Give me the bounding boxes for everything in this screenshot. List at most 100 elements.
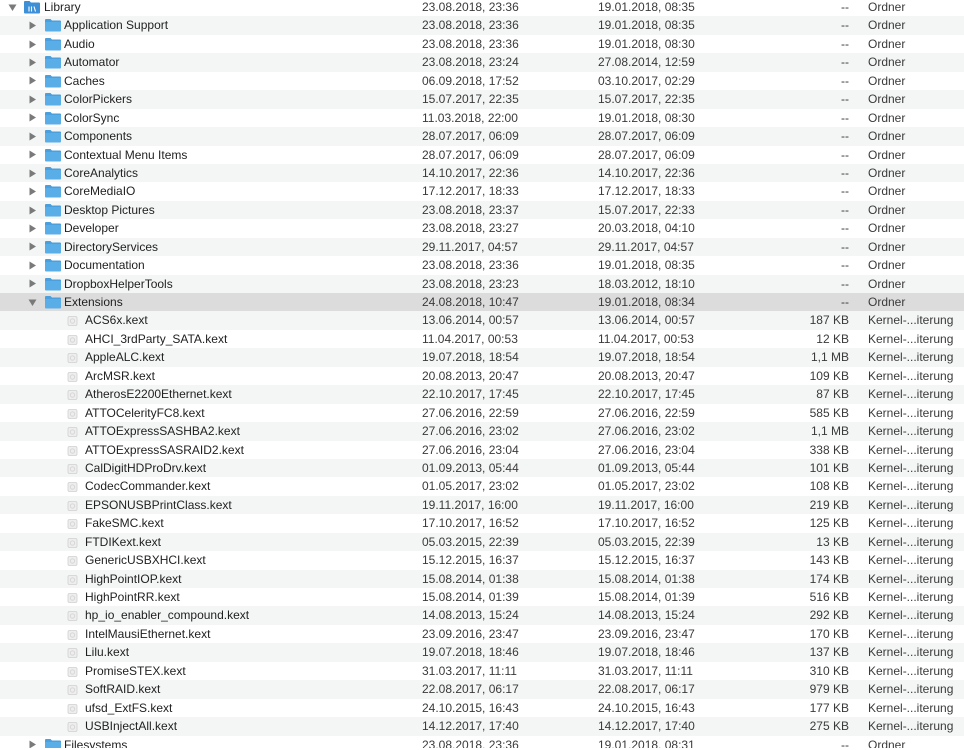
date-created: 17.10.2017, 16:52 xyxy=(598,516,695,531)
item-kind: Kernel-...iterung xyxy=(868,590,954,604)
item-kind: Ordner xyxy=(868,737,906,749)
file-row-atherose2200ethernet-kext[interactable]: AtherosE2200Ethernet.kext 22.10.2017, 17:… xyxy=(0,385,964,404)
item-kind: Ordner xyxy=(868,202,906,217)
folder-row-components[interactable]: Components 28.07.2017, 06:09 28.07.2017, 0… xyxy=(0,127,964,146)
file-row-highpointiop-kext[interactable]: HighPointIOP.kext 15.08.2014, 01:38 15.08.… xyxy=(0,569,964,588)
disclosure-triangle-right-icon[interactable] xyxy=(26,736,38,748)
item-kind: Ordner xyxy=(868,36,906,51)
file-row-attocelerityfc8-kext[interactable]: ATTOCelerityFC8.kext 27.06.2016, 22:59 27.… xyxy=(0,404,964,422)
item-name: CoreMediaIO xyxy=(64,184,136,199)
file-row-highpointrr-kext[interactable]: HighPointRR.kext 15.08.2014, 01:39 15.08.2… xyxy=(0,588,964,606)
item-size: 170 KB xyxy=(809,626,849,641)
file-row-softraid-kext[interactable]: SoftRAID.kext 22.08.2017, 06:17 22.08.2017… xyxy=(0,680,964,699)
disclosure-triangle-down-icon[interactable] xyxy=(26,293,38,311)
disclosure-triangle-right-icon[interactable] xyxy=(26,182,38,200)
item-kind: Ordner xyxy=(868,258,906,273)
folder-row-coremediaio[interactable]: CoreMediaIO 17.12.2017, 18:33 17.12.2017, … xyxy=(0,182,964,200)
disclosure-triangle-right-icon[interactable] xyxy=(26,219,38,237)
date-modified: 23.08.2018, 23:36 xyxy=(422,258,519,273)
date-modified: 01.05.2017, 23:02 xyxy=(422,479,519,494)
folder-row-developer[interactable]: Developer 23.08.2018, 23:27 20.03.2018, 04… xyxy=(0,219,964,237)
date-modified: 22.10.2017, 17:45 xyxy=(422,387,519,402)
folder-row-coreanalytics[interactable]: CoreAnalytics 14.10.2017, 22:36 14.10.2017… xyxy=(0,163,964,183)
folder-icon xyxy=(44,55,62,69)
date-modified: 14.08.2013, 15:24 xyxy=(422,608,519,623)
file-row-ahci-3rdparty-sata-kext[interactable]: AHCI_3rdParty_SATA.kext 11.04.2017, 00:53… xyxy=(0,330,964,348)
folder-icon xyxy=(44,184,62,198)
file-row-epsonusbprintclass-kext[interactable]: EPSONUSBPrintClass.kext 19.11.2017, 16:00… xyxy=(0,495,964,515)
date-created: 15.12.2015, 16:37 xyxy=(598,553,695,568)
disclosure-triangle-right-icon[interactable] xyxy=(26,127,38,145)
folder-row-colorsync[interactable]: ColorSync 11.03.2018, 22:00 19.01.2018, 08… xyxy=(0,109,964,127)
finder-list-view[interactable]: Library 23.08.2018, 23:36 19.01.2018, 08:3… xyxy=(0,0,964,748)
folder-row-library[interactable]: Library 23.08.2018, 23:36 19.01.2018, 08:3… xyxy=(0,0,964,16)
date-modified: 28.07.2017, 06:09 xyxy=(422,129,519,144)
file-row-usbinjectall-kext[interactable]: USBInjectAll.kext 14.12.2017, 17:40 14.12.… xyxy=(0,717,964,736)
file-row-arcmsr-kext[interactable]: ArcMSR.kext 20.08.2013, 20:47 20.08.2013, … xyxy=(0,367,964,385)
folder-row-directoryservices[interactable]: DirectoryServices 29.11.2017, 04:57 29.11.… xyxy=(0,237,964,257)
folder-row-extensions[interactable]: Extensions 24.08.2018, 10:47 19.01.2018, 0… xyxy=(0,293,964,312)
disclosure-triangle-right-icon[interactable] xyxy=(26,72,38,90)
item-name: CoreAnalytics xyxy=(64,165,139,180)
kext-icon xyxy=(66,370,79,382)
item-name: Filesystems xyxy=(64,737,128,749)
file-row-ftdikext-kext[interactable]: FTDIKext.kext 05.03.2015, 22:39 05.03.2015… xyxy=(0,532,964,552)
file-row-attoexpresssashba2-kext[interactable]: ATTOExpressSASHBA2.kext 27.06.2016, 23:02… xyxy=(0,422,964,441)
file-row-codeccommander-kext[interactable]: CodecCommander.kext 01.05.2017, 23:02 01.0… xyxy=(0,477,964,495)
file-row-lilu-kext[interactable]: Lilu.kext 19.07.2018, 18:46 19.07.2018, 18… xyxy=(0,643,964,662)
disclosure-triangle-right-icon[interactable] xyxy=(26,164,38,182)
disclosure-triangle-right-icon[interactable] xyxy=(26,256,38,274)
file-row-genericusbxhci-kext[interactable]: GenericUSBXHCI.kext 15.12.2015, 16:37 15.1… xyxy=(0,551,964,569)
date-created: 28.07.2017, 06:09 xyxy=(598,147,695,162)
disclosure-triangle-down-icon[interactable] xyxy=(6,0,18,16)
disclosure-triangle-right-icon[interactable] xyxy=(26,90,38,108)
file-row-promisestex-kext[interactable]: PromiseSTEX.kext 31.03.2017, 11:11 31.03.2… xyxy=(0,662,964,680)
folder-row-documentation[interactable]: Documentation 23.08.2018, 23:36 19.01.2018… xyxy=(0,256,964,274)
disclosure-triangle-right-icon[interactable] xyxy=(26,201,38,219)
file-row-hp-io-enabler-compound-kext[interactable]: hp_io_enabler_compound.kext 14.08.2013, 1… xyxy=(0,606,964,625)
item-size: 979 KB xyxy=(809,682,849,697)
disclosure-triangle-right-icon[interactable] xyxy=(26,238,38,256)
date-created: 14.12.2017, 17:40 xyxy=(598,719,695,734)
item-name: FTDIKext.kext xyxy=(85,534,162,549)
item-kind: Kernel-...iterung xyxy=(868,571,954,586)
item-size: 101 KB xyxy=(809,460,849,475)
item-size: 125 KB xyxy=(809,516,849,531)
date-created: 19.01.2018, 08:34 xyxy=(598,295,695,309)
disclosure-triangle-right-icon[interactable] xyxy=(26,146,38,164)
item-name: CalDigitHDProDrv.kext xyxy=(85,460,207,475)
date-modified: 19.07.2018, 18:46 xyxy=(422,645,519,660)
disclosure-triangle-right-icon[interactable] xyxy=(26,16,38,34)
disclosure-triangle-right-icon[interactable] xyxy=(26,35,38,53)
date-created: 14.08.2013, 15:24 xyxy=(598,608,695,623)
kext-icon xyxy=(66,388,79,401)
kext-icon xyxy=(66,536,79,548)
file-row-attoexpresssasraid2-kext[interactable]: ATTOExpressSASRAID2.kext 27.06.2016, 23:0… xyxy=(0,441,964,459)
item-name: HighPointRR.kext xyxy=(85,590,180,604)
item-kind: Ordner xyxy=(868,239,906,254)
date-modified: 19.07.2018, 18:54 xyxy=(422,350,519,365)
item-size: -- xyxy=(841,165,849,180)
date-modified: 15.08.2014, 01:38 xyxy=(422,571,519,586)
folder-row-audio[interactable]: Audio 23.08.2018, 23:36 19.01.2018, 08:30 -… xyxy=(0,35,964,53)
file-row-acs6x-kext[interactable]: ACS6x.kext 13.06.2014, 00:57 13.06.2014, 0… xyxy=(0,311,964,330)
folder-row-application-support[interactable]: Application Support 23.08.2018, 23:36 19.0… xyxy=(0,16,964,35)
item-kind: Kernel-...iterung xyxy=(868,497,954,512)
file-row-fakesmc-kext[interactable]: FakeSMC.kext 17.10.2017, 16:52 17.10.2017,… xyxy=(0,514,964,532)
disclosure-triangle-right-icon[interactable] xyxy=(26,53,38,71)
kext-icon xyxy=(66,628,79,640)
folder-row-caches[interactable]: Caches 06.09.2018, 17:52 03.10.2017, 02:29… xyxy=(0,72,964,90)
item-kind: Ordner xyxy=(868,0,906,14)
disclosure-triangle-right-icon[interactable] xyxy=(26,275,38,293)
folder-row-automator[interactable]: Automator 23.08.2018, 23:24 27.08.2014, 12… xyxy=(0,53,964,72)
folder-row-colorpickers[interactable]: ColorPickers 15.07.2017, 22:35 15.07.2017,… xyxy=(0,90,964,109)
file-row-caldigithdprodrv-kext[interactable]: CalDigitHDProDrv.kext 01.09.2013, 05:44 01… xyxy=(0,458,964,478)
folder-row-filesystems[interactable]: Filesystems 23.08.2018, 23:36 19.01.2018, … xyxy=(0,736,964,749)
folder-row-dropboxhelpertools[interactable]: DropboxHelperTools 23.08.2018, 23:23 18.03… xyxy=(0,274,964,293)
file-row-applealc-kext[interactable]: AppleALC.kext 19.07.2018, 18:54 19.07.2018… xyxy=(0,348,964,367)
folder-row-contextual-menu-items[interactable]: Contextual Menu Items 28.07.2017, 06:09 28… xyxy=(0,146,964,164)
file-row-ufsd-extfs-kext[interactable]: ufsd_ExtFS.kext 24.10.2015, 16:43 24.10.20… xyxy=(0,699,964,717)
file-row-intelmausiethernet-kext[interactable]: IntelMausiEthernet.kext 23.09.2016, 23:47… xyxy=(0,625,964,643)
folder-row-desktop-pictures[interactable]: Desktop Pictures 23.08.2018, 23:37 15.07.2… xyxy=(0,200,964,220)
disclosure-triangle-right-icon[interactable] xyxy=(26,109,38,127)
